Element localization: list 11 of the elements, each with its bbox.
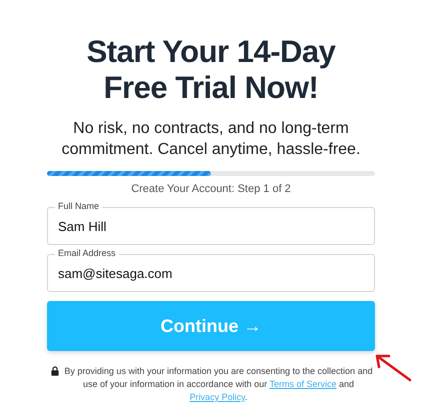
policy-link[interactable]: Privacy Policy [190, 392, 245, 402]
consent-text: By providing us with your information you are consenting to the collection and use of your information in accordance with our Terms of Service and Privacy Policy. [63, 365, 374, 404]
policy-link[interactable]: Terms of Service [269, 379, 336, 389]
annotation-arrow [373, 352, 413, 382]
step-label: Create Your Account: Step 1 of 2 [130, 183, 292, 195]
subheading: No risk, no contracts, and no long-term commitment. Cancel anytime, hassle-free. [60, 119, 362, 160]
field-label: Email Address [55, 248, 119, 258]
field-label: Full Name [55, 201, 102, 211]
page-heading: Start Your 14-Day Free Trial Now! [86, 34, 337, 106]
continue-button[interactable]: Continue → [47, 301, 375, 351]
lock-icon [51, 366, 59, 376]
